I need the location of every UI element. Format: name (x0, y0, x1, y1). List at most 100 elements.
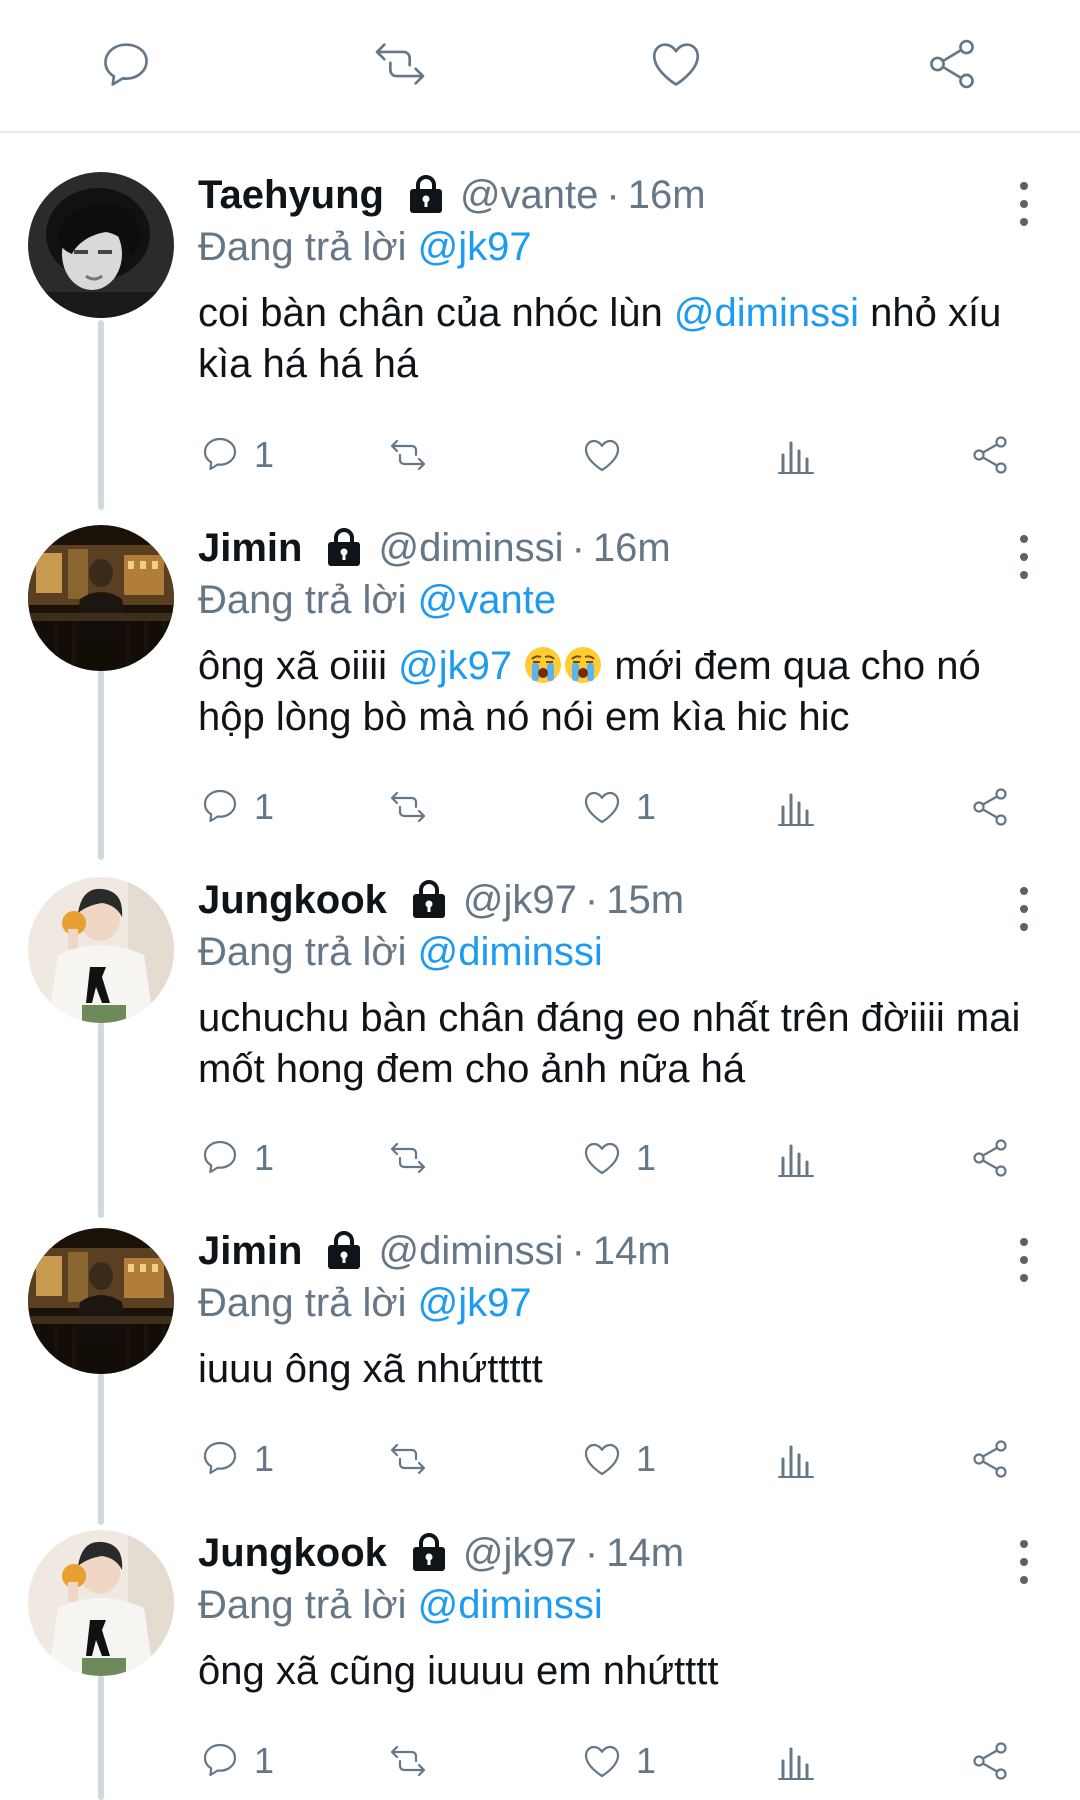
timestamp[interactable]: 15m (606, 875, 684, 925)
tweet-text: iuuu ông xã nhứttttt (198, 1344, 1040, 1395)
lock-icon (322, 1229, 366, 1273)
text-segment: ông xã oiiii (198, 644, 399, 688)
more-options-icon[interactable] (1014, 182, 1034, 226)
replying-to-mention[interactable]: @vante (418, 578, 556, 622)
retweet-icon[interactable] (370, 34, 430, 94)
timestamp[interactable]: 16m (628, 170, 706, 220)
user-handle[interactable]: @jk97 (463, 1528, 577, 1578)
views-button[interactable] (774, 1133, 818, 1183)
tweet-header: Jimin @diminssi · 16m (198, 523, 1040, 573)
views-icon (778, 793, 814, 826)
display-name[interactable]: Jimin (198, 523, 302, 573)
tweet-content: Jungkook @jk97 · 14m Đang trả lời @diminssi ô… (198, 1528, 1040, 1697)
views-button[interactable] (774, 1434, 818, 1484)
timestamp[interactable]: 14m (593, 1226, 671, 1276)
replying-to-mention[interactable]: @jk97 (418, 1281, 532, 1325)
like-button[interactable] (580, 430, 624, 480)
avatar[interactable] (28, 172, 174, 318)
like-icon[interactable] (646, 34, 706, 94)
share-button[interactable] (968, 1736, 1012, 1786)
tweet-text: ông xã oiiii @jk97 mới đem qua cho nó hộ… (198, 641, 1040, 743)
retweet-icon (390, 439, 426, 471)
more-options-icon[interactable] (1014, 535, 1034, 579)
tweet-header: Jungkook @jk97 · 14m (198, 1528, 1040, 1578)
like-icon (584, 439, 620, 472)
avatar[interactable] (28, 1530, 174, 1676)
retweet-button[interactable] (386, 1736, 430, 1786)
like-button[interactable]: 1 (580, 1133, 656, 1183)
avatar[interactable] (28, 1228, 174, 1374)
retweet-button[interactable] (386, 1434, 430, 1484)
separator-dot: · (584, 878, 599, 922)
like-button[interactable]: 1 (580, 1434, 656, 1484)
replying-to-label: Đang trả lời (198, 578, 407, 622)
retweet-button[interactable] (386, 1133, 430, 1183)
display-name[interactable]: Jimin (198, 1226, 302, 1276)
views-button[interactable] (774, 1736, 818, 1786)
likes-count: 1 (636, 1137, 657, 1178)
mention-link[interactable]: @diminssi (674, 291, 859, 335)
more-options-icon[interactable] (1014, 887, 1034, 931)
reply-button[interactable]: 1 (198, 430, 274, 480)
retweet-icon (390, 1443, 426, 1475)
like-button[interactable]: 1 (580, 1736, 656, 1786)
views-button[interactable] (774, 782, 818, 832)
text-segment: uchuchu bàn chân đáng eo nhất trên đờiii… (198, 996, 1021, 1091)
text-segment (512, 644, 523, 688)
mention-link[interactable]: @jk97 (398, 644, 512, 688)
reply-button[interactable]: 1 (198, 1133, 274, 1183)
share-icon (973, 1742, 1007, 1780)
tweet-text: coi bàn chân của nhóc lùn @diminssi nhỏ … (198, 288, 1040, 390)
display-name[interactable]: Jungkook (198, 1528, 387, 1578)
tweet-actions: 1 (198, 430, 1028, 480)
user-handle[interactable]: @diminssi (378, 1226, 563, 1276)
views-button[interactable] (774, 430, 818, 480)
reply-button[interactable]: 1 (198, 1434, 274, 1484)
share-button[interactable] (968, 430, 1012, 480)
more-options-icon[interactable] (1014, 1540, 1034, 1584)
timestamp[interactable]: 16m (593, 523, 671, 573)
replying-to-label: Đang trả lời (198, 225, 407, 269)
display-name[interactable]: Taehyung (198, 170, 384, 220)
share-icon (973, 1139, 1007, 1177)
replying-to-mention[interactable]: @diminssi (418, 1583, 603, 1627)
thread-connector (98, 320, 104, 510)
user-handle[interactable]: @vante (460, 170, 598, 220)
retweet-icon (390, 791, 426, 823)
retweet-button[interactable] (386, 430, 430, 480)
display-name[interactable]: Jungkook (198, 875, 387, 925)
reply-icon[interactable] (96, 34, 156, 94)
replies-count: 1 (254, 434, 275, 475)
replying-to: Đang trả lời @vante (198, 575, 1040, 625)
separator-dot: · (606, 173, 620, 217)
share-icon (973, 436, 1007, 474)
thread-connector (98, 1373, 104, 1525)
avatar[interactable] (28, 525, 174, 671)
more-options-icon[interactable] (1014, 1238, 1034, 1282)
share-icon[interactable] (922, 34, 982, 94)
replying-to: Đang trả lời @jk97 (198, 1278, 1040, 1328)
user-handle[interactable]: @diminssi (378, 523, 563, 573)
share-button[interactable] (968, 1434, 1012, 1484)
replying-to: Đang trả lời @diminssi (198, 1580, 1040, 1630)
replying-to-mention[interactable]: @diminssi (418, 930, 603, 974)
replying-to-mention[interactable]: @jk97 (418, 225, 532, 269)
tweet-header: Jimin @diminssi · 14m (198, 1226, 1040, 1276)
text-segment: iuuu ông xã nhứttttt (198, 1347, 543, 1391)
separator-dot: · (571, 1229, 585, 1273)
reply-button[interactable]: 1 (198, 1736, 274, 1786)
retweet-button[interactable] (386, 782, 430, 832)
views-icon (778, 1445, 814, 1478)
user-handle[interactable]: @jk97 (463, 875, 577, 925)
avatar[interactable] (28, 877, 174, 1023)
like-button[interactable]: 1 (580, 782, 656, 832)
text-segment: coi bàn chân của nhóc lùn (198, 291, 674, 335)
timestamp[interactable]: 14m (606, 1528, 684, 1578)
replying-to: Đang trả lời @jk97 (198, 222, 1040, 272)
reply-button[interactable]: 1 (198, 782, 274, 832)
share-button[interactable] (968, 1133, 1012, 1183)
replies-count: 1 (254, 1740, 275, 1781)
share-button[interactable] (968, 782, 1012, 832)
reply-icon (203, 1441, 237, 1475)
views-icon (778, 441, 814, 474)
